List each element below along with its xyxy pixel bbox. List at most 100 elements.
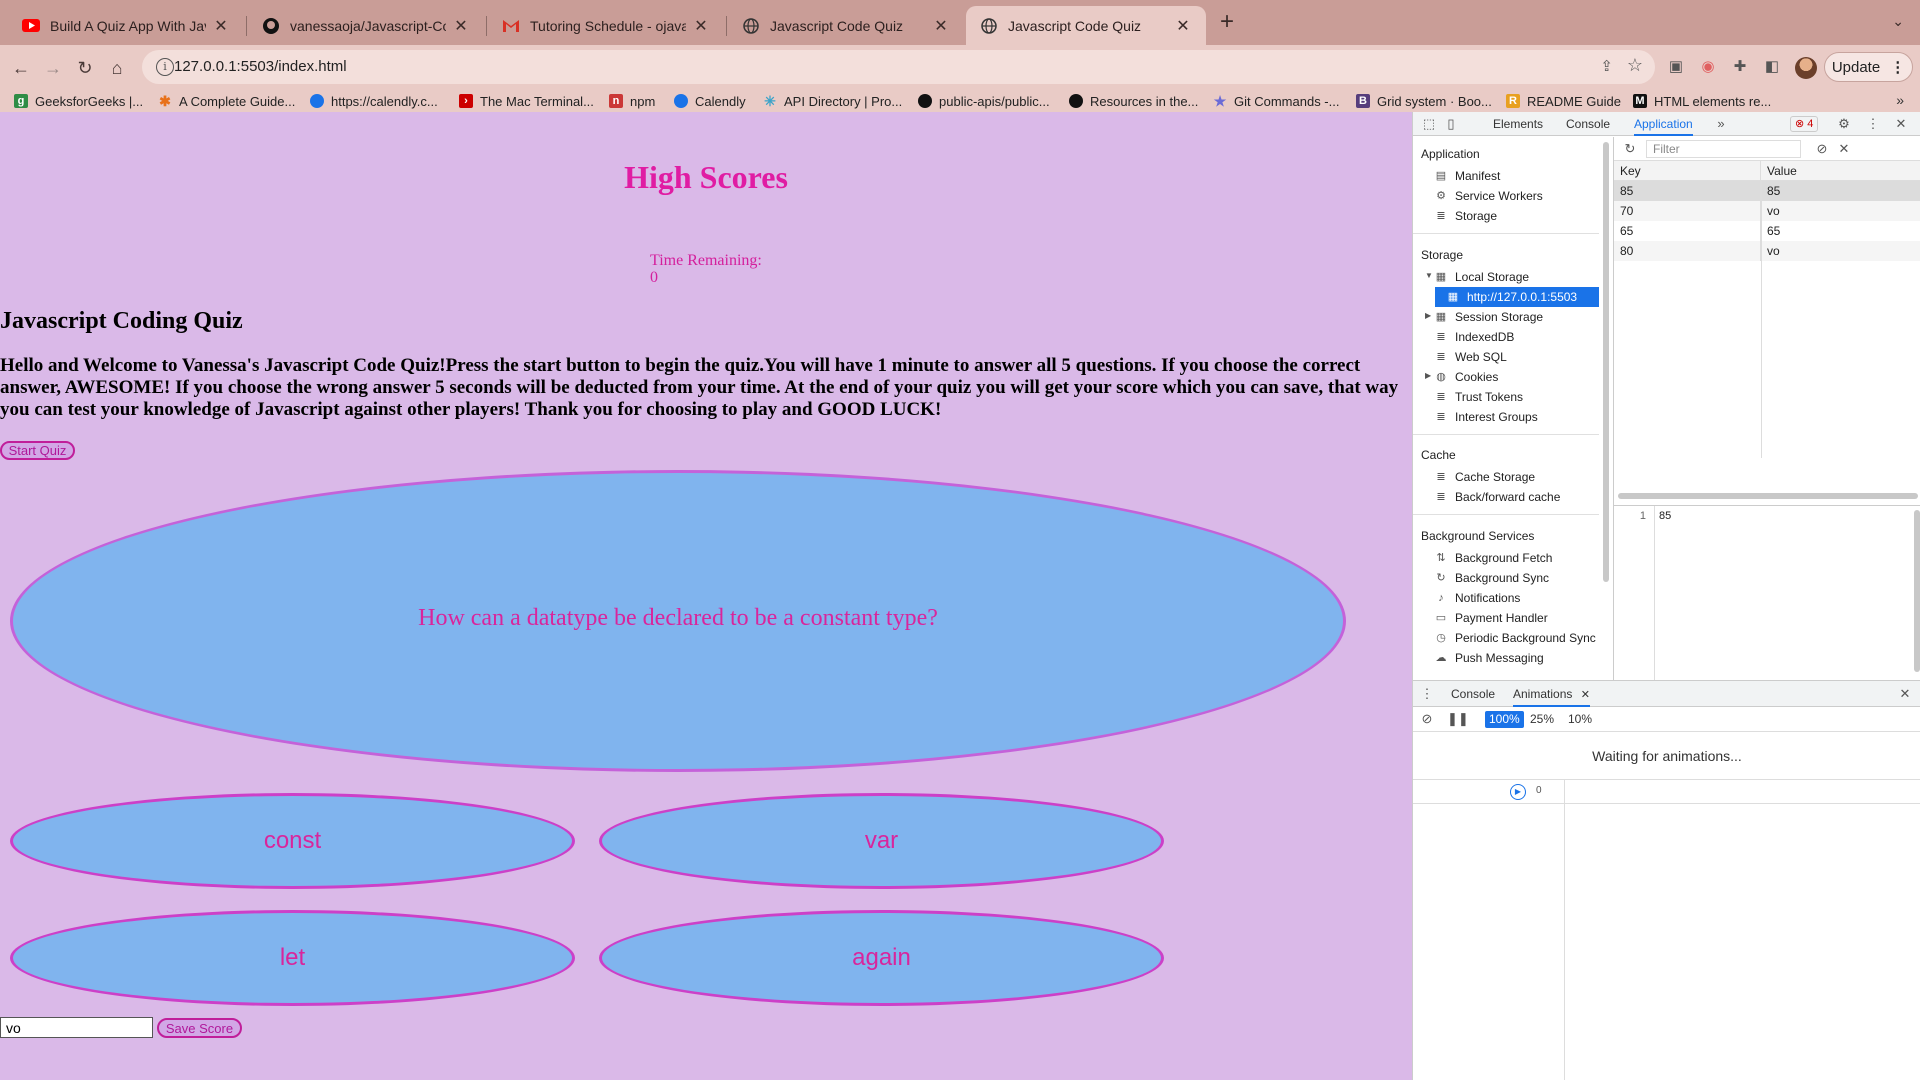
- high-scores-link[interactable]: High Scores: [0, 159, 1412, 196]
- sidebar-item-background-fetch[interactable]: ⇅ Background Fetch: [1435, 548, 1599, 568]
- browser-tab[interactable]: vanessaoja/Javascript-Code-Q ✕: [248, 6, 484, 45]
- browser-tab[interactable]: Javascript Code Quiz ✕: [728, 6, 964, 45]
- expanded-arrow-icon[interactable]: ▼: [1425, 271, 1433, 280]
- update-button[interactable]: Update ⋮: [1824, 52, 1913, 82]
- sidebar-vertical-scrollbar[interactable]: [1603, 142, 1609, 582]
- more-tabs-icon[interactable]: »: [1713, 116, 1729, 132]
- bookmark-item[interactable]: Calendly: [674, 92, 746, 110]
- filter-input[interactable]: Filter: [1646, 140, 1801, 158]
- device-toolbar-icon[interactable]: ▯: [1443, 116, 1459, 132]
- table-horizontal-scrollbar[interactable]: [1618, 493, 1918, 499]
- sidebar-item-manifest[interactable]: ▤ Manifest: [1435, 166, 1599, 186]
- bookmark-item[interactable]: R README Guide: [1506, 92, 1621, 110]
- bookmark-item[interactable]: ✱ A Complete Guide...: [158, 92, 295, 110]
- table-row[interactable]: 85 85: [1614, 181, 1920, 201]
- close-tab-icon[interactable]: ✕: [212, 16, 230, 36]
- sidebar-item-background-sync[interactable]: ↻ Background Sync: [1435, 568, 1599, 588]
- sidebar-item-payment-handler[interactable]: ▭ Payment Handler: [1435, 608, 1599, 628]
- bookmark-item[interactable]: g GeeksforGeeks |...: [14, 92, 143, 110]
- speed-10-button[interactable]: 10%: [1564, 711, 1596, 728]
- settings-gear-icon[interactable]: ⚙: [1836, 116, 1852, 132]
- sidebar-item-cookies[interactable]: ◍ Cookies: [1435, 367, 1599, 387]
- back-arrow-icon[interactable]: ←: [6, 53, 36, 83]
- sidebar-item-periodic-background-sync[interactable]: ◷ Periodic Background Sync: [1435, 628, 1599, 648]
- drawer-menu-icon[interactable]: ⋮: [1419, 686, 1435, 702]
- clear-animations-icon[interactable]: ⊘: [1419, 711, 1435, 727]
- collapsed-arrow-icon[interactable]: ▶: [1425, 311, 1431, 320]
- bookmark-item[interactable]: n npm: [609, 92, 655, 110]
- error-count-badge[interactable]: ⊗ 4: [1790, 116, 1819, 132]
- bookmark-item[interactable]: ★ Git Commands -...: [1213, 92, 1340, 110]
- profile-avatar[interactable]: [1795, 57, 1817, 79]
- answer-button-3[interactable]: let: [10, 910, 575, 1006]
- url-text[interactable]: 127.0.0.1:5503/index.html: [174, 58, 347, 75]
- close-tab-icon[interactable]: ✕: [1581, 689, 1590, 701]
- clear-all-icon[interactable]: ⊘: [1814, 141, 1830, 157]
- key-column-header[interactable]: Key: [1614, 161, 1761, 180]
- browser-tab-active[interactable]: Javascript Code Quiz ✕: [966, 6, 1206, 45]
- drawer-tab-console[interactable]: Console: [1451, 681, 1495, 707]
- browser-tab[interactable]: Build A Quiz App With JavaScri ✕: [8, 6, 244, 45]
- bookmark-item[interactable]: M HTML elements re...: [1633, 92, 1771, 110]
- sidebar-item-interest-groups[interactable]: ≣ Interest Groups: [1435, 407, 1599, 427]
- close-tab-icon[interactable]: ✕: [452, 16, 470, 36]
- tab-elements[interactable]: Elements: [1493, 112, 1543, 136]
- share-icon[interactable]: ⇪: [1600, 57, 1613, 75]
- refresh-icon[interactable]: ↻: [1622, 141, 1638, 157]
- sidebar-item-session-storage[interactable]: ▦ Session Storage: [1435, 307, 1599, 327]
- sidebar-item-cache-storage[interactable]: ≣ Cache Storage: [1435, 467, 1599, 487]
- bookmark-item[interactable]: Resources in the...: [1069, 92, 1198, 110]
- collapsed-arrow-icon[interactable]: ▶: [1425, 371, 1431, 380]
- sidebar-item-push-messaging[interactable]: ☁ Push Messaging: [1435, 648, 1599, 668]
- bookmark-item[interactable]: › The Mac Terminal...: [459, 92, 594, 110]
- bookmark-item[interactable]: ✳ API Directory | Pro...: [763, 92, 902, 110]
- record-extension-icon[interactable]: ◉: [1698, 57, 1718, 77]
- close-tab-icon[interactable]: ✕: [1174, 16, 1192, 36]
- address-bar[interactable]: i 127.0.0.1:5503/index.html ⇪ ☆: [142, 50, 1655, 84]
- initials-input[interactable]: [0, 1017, 153, 1038]
- bookmark-item[interactable]: https://calendly.c...: [310, 92, 438, 110]
- sidebar-item-back-forward-cache[interactable]: ≣ Back/forward cache: [1435, 487, 1599, 507]
- inspect-element-icon[interactable]: ⬚: [1421, 116, 1437, 132]
- pause-icon[interactable]: ❚❚: [1447, 711, 1469, 727]
- sidebar-item-web-sql[interactable]: ≣ Web SQL: [1435, 347, 1599, 367]
- close-devtools-icon[interactable]: ✕: [1893, 116, 1909, 132]
- more-bookmarks-icon[interactable]: »: [1896, 92, 1904, 108]
- reload-icon[interactable]: ↻: [70, 53, 100, 83]
- tab-console[interactable]: Console: [1566, 112, 1610, 136]
- speed-25-button[interactable]: 25%: [1526, 711, 1558, 728]
- preview-scrollbar[interactable]: [1914, 510, 1920, 672]
- drawer-tab-animations[interactable]: Animations ✕: [1513, 681, 1590, 707]
- bookmark-item[interactable]: B Grid system · Boo...: [1356, 92, 1492, 110]
- side-panel-icon[interactable]: ◧: [1762, 57, 1782, 77]
- answer-button-2[interactable]: var: [599, 793, 1164, 889]
- extension-icon[interactable]: ▣: [1666, 57, 1686, 77]
- more-options-icon[interactable]: ⋮: [1865, 116, 1881, 132]
- table-row[interactable]: 65 65: [1614, 221, 1920, 241]
- value-column-header[interactable]: Value: [1761, 161, 1920, 180]
- play-timeline-icon[interactable]: ▶: [1510, 784, 1526, 800]
- close-tab-icon[interactable]: ✕: [932, 16, 950, 36]
- tab-application[interactable]: Application: [1634, 112, 1693, 136]
- sidebar-item-notifications[interactable]: ♪ Notifications: [1435, 588, 1599, 608]
- sidebar-item-indexeddb[interactable]: ≣ IndexedDB: [1435, 327, 1599, 347]
- table-row[interactable]: 80 vo: [1614, 241, 1920, 261]
- sidebar-item-local-storage[interactable]: ▦ Local Storage: [1435, 267, 1599, 287]
- speed-100-button[interactable]: 100%: [1485, 711, 1524, 728]
- forward-arrow-icon[interactable]: →: [38, 53, 68, 83]
- delete-selected-icon[interactable]: ✕: [1836, 141, 1852, 157]
- browser-tab[interactable]: Tutoring Schedule - ojavaness ✕: [488, 6, 724, 45]
- sidebar-item-localhost-origin[interactable]: ▦ http://127.0.0.1:5503: [1435, 287, 1599, 307]
- answer-button-1[interactable]: const: [10, 793, 575, 889]
- home-icon[interactable]: ⌂: [102, 53, 132, 83]
- bookmark-star-icon[interactable]: ☆: [1627, 55, 1643, 76]
- sidebar-item-storage[interactable]: ≣ Storage: [1435, 206, 1599, 226]
- tab-search-chevron-icon[interactable]: ⌄: [1892, 13, 1904, 30]
- puzzle-extensions-icon[interactable]: ✚: [1730, 57, 1750, 77]
- new-tab-button[interactable]: +: [1214, 10, 1240, 36]
- sidebar-item-trust-tokens[interactable]: ≣ Trust Tokens: [1435, 387, 1599, 407]
- info-icon[interactable]: i: [156, 58, 174, 76]
- start-quiz-button[interactable]: Start Quiz: [0, 441, 75, 460]
- answer-button-4[interactable]: again: [599, 910, 1164, 1006]
- table-row[interactable]: 70 vo: [1614, 201, 1920, 221]
